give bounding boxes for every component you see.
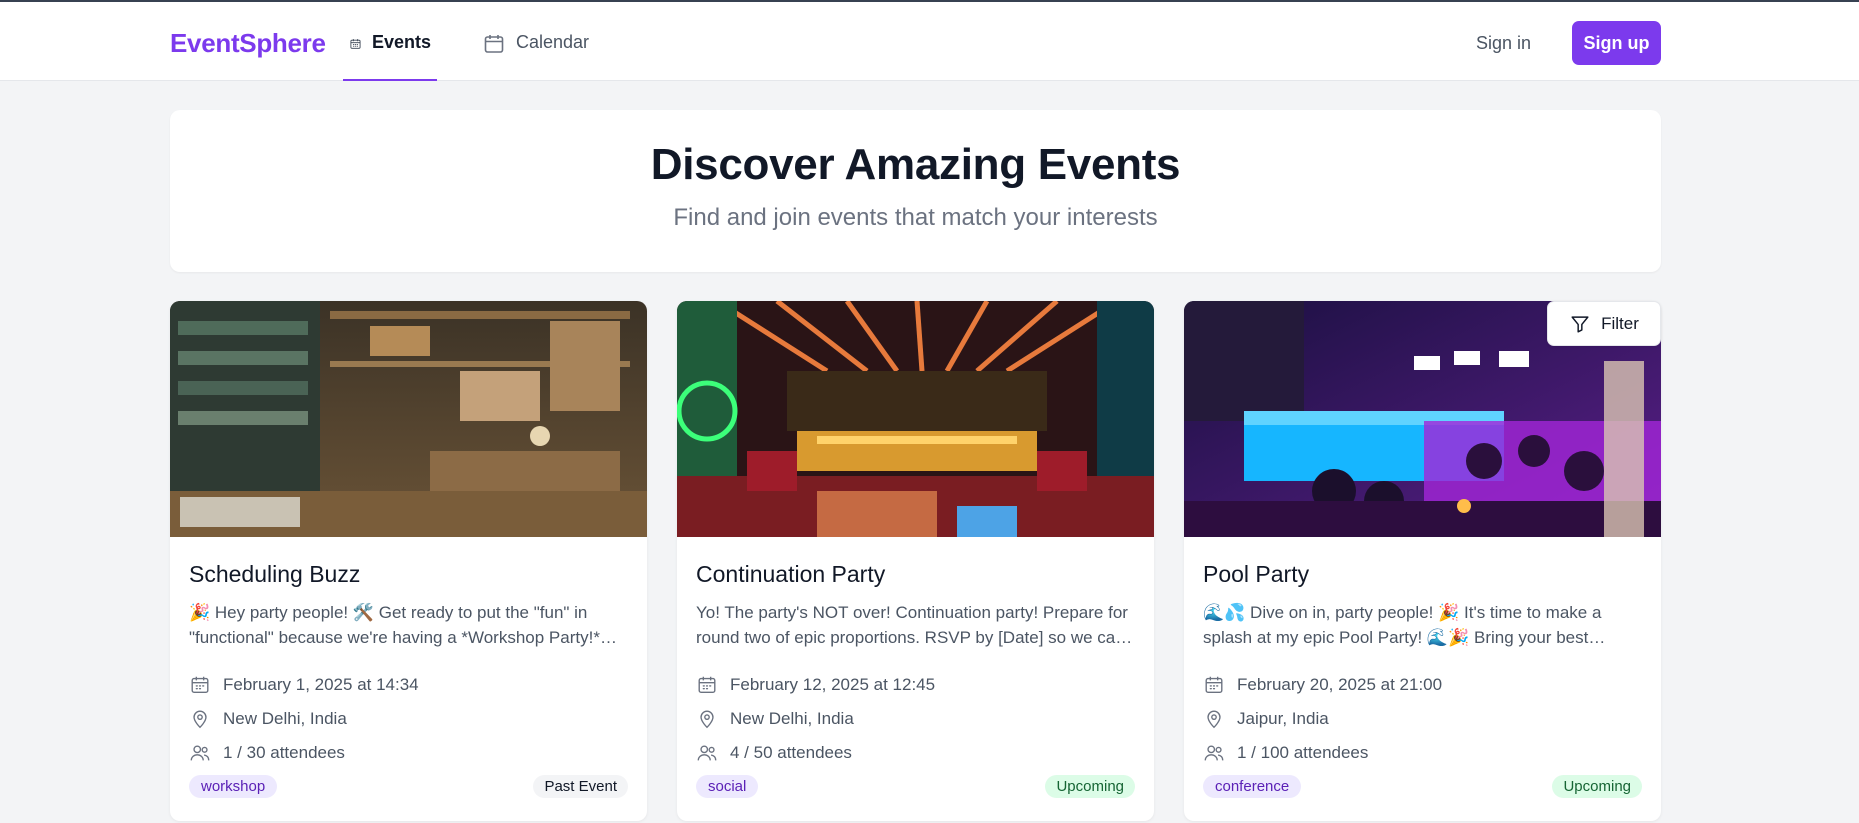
filter-icon [1571, 315, 1589, 333]
event-card[interactable]: Pool Party 🌊💦 Dive on in, party people! … [1184, 301, 1661, 821]
event-location-text: Jaipur, India [1237, 709, 1329, 728]
sign-up-button[interactable]: Sign up [1572, 21, 1661, 65]
nav-calendar[interactable]: Calendar [476, 24, 595, 81]
event-date-text: February 12, 2025 at 12:45 [730, 675, 936, 694]
location-pin-icon [700, 710, 714, 729]
calendar-icon [484, 35, 504, 53]
calendar-icon [191, 676, 209, 694]
calendar-icon [698, 676, 716, 694]
category-tag[interactable]: social [696, 775, 759, 798]
status-badge: Past Event [533, 775, 628, 798]
event-description: Yo! The party's NOT over! Continuation p… [696, 603, 1128, 647]
event-date: February 12, 2025 at 12:45 [696, 668, 1135, 702]
page-subtitle: Find and join events that match your int… [673, 204, 1158, 231]
location-pin-icon [193, 710, 207, 729]
event-location: New Delhi, India [696, 702, 1135, 736]
event-card[interactable]: Scheduling Buzz 🎉 Hey party people! 🛠️ G… [170, 301, 647, 821]
event-attendees: 1 / 30 attendees [189, 736, 628, 770]
users-icon [697, 745, 717, 761]
sign-in-button[interactable]: Sign in [1472, 30, 1535, 57]
event-location-text: New Delhi, India [223, 709, 347, 728]
event-image [677, 301, 1154, 537]
users-icon [1204, 745, 1224, 761]
event-date-text: February 1, 2025 at 14:34 [223, 675, 419, 694]
event-image [170, 301, 647, 537]
filter-button[interactable]: Filter [1547, 301, 1661, 346]
event-card[interactable]: Continuation Party Yo! The party's NOT o… [677, 301, 1154, 821]
event-title: Pool Party [1203, 561, 1310, 587]
event-date: February 20, 2025 at 21:00 [1203, 668, 1642, 702]
status-badge: Upcoming [1045, 775, 1135, 798]
event-title: Scheduling Buzz [189, 561, 361, 587]
hero-banner: Discover Amazing Events Find and join ev… [170, 110, 1661, 272]
event-attendees: 4 / 50 attendees [696, 736, 1135, 770]
nav-events[interactable]: Events [343, 24, 437, 81]
event-attendees: 1 / 100 attendees [1203, 736, 1642, 770]
category-tag[interactable]: conference [1203, 775, 1302, 798]
event-description: 🌊💦 Dive on in, party people! 🎉 It's time… [1203, 603, 1602, 647]
event-date-text: February 20, 2025 at 21:00 [1237, 675, 1443, 694]
calendar-icon [1205, 676, 1223, 694]
nav-events-label: Events [371, 32, 431, 52]
event-location: New Delhi, India [189, 702, 628, 736]
event-title: Continuation Party [696, 561, 886, 587]
event-attendees-text: 1 / 30 attendees [223, 743, 345, 762]
status-badge: Upcoming [1552, 775, 1642, 798]
users-icon [190, 745, 210, 761]
calendar-icon [350, 39, 361, 49]
location-pin-icon [1207, 710, 1221, 729]
page-title: Discover Amazing Events [650, 140, 1181, 189]
event-attendees-text: 1 / 100 attendees [1237, 743, 1369, 762]
event-location: Jaipur, India [1203, 702, 1642, 736]
event-date: February 1, 2025 at 14:34 [189, 668, 628, 702]
top-navbar: EventSphere Events Calendar Sign in Sign… [0, 0, 1859, 81]
brand-logo[interactable]: EventSphere [170, 28, 326, 59]
category-tag[interactable]: workshop [189, 775, 278, 798]
event-attendees-text: 4 / 50 attendees [730, 743, 852, 762]
filter-label: Filter [1601, 313, 1639, 333]
event-description: 🎉 Hey party people! 🛠️ Get ready to put … [189, 603, 600, 647]
event-location-text: New Delhi, India [730, 709, 854, 728]
nav-calendar-label: Calendar [516, 32, 590, 52]
